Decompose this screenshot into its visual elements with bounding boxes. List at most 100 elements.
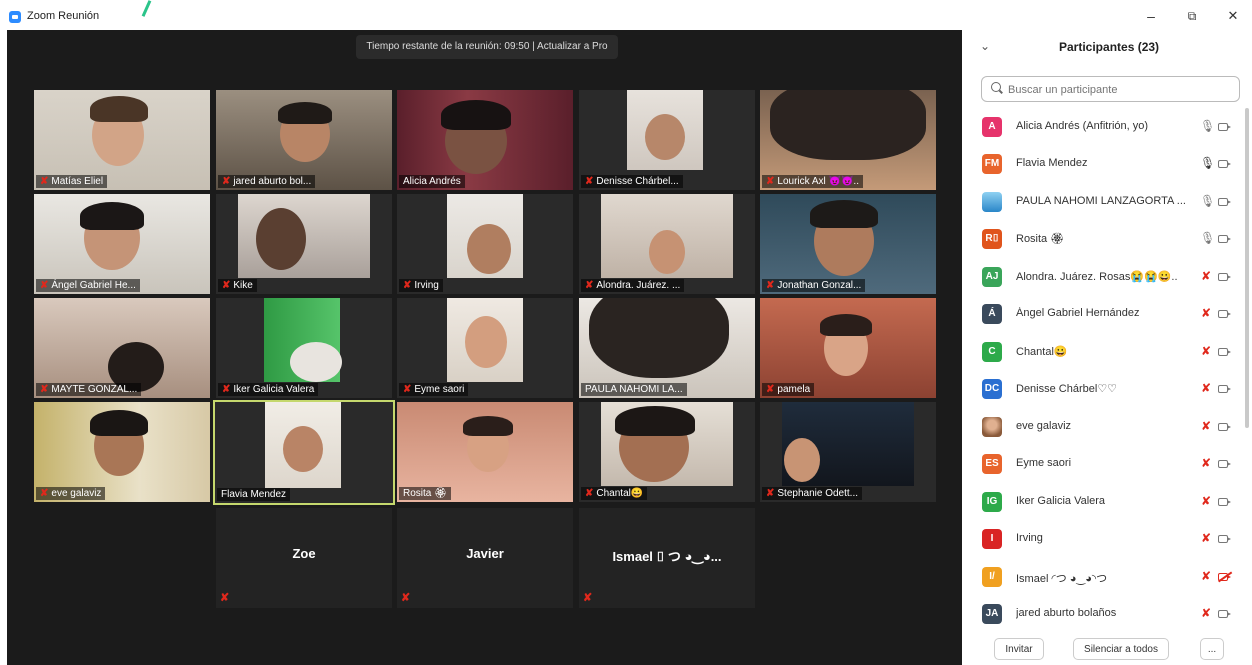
video-tile[interactable]: ✘ pamela bbox=[760, 298, 936, 398]
mic-muted-icon: ✘ bbox=[222, 280, 231, 291]
participant-row[interactable]: IG Iker Galicia Valera ✘ bbox=[962, 485, 1252, 522]
camera-icon[interactable] bbox=[1218, 460, 1231, 468]
mic-muted-icon: ✘ bbox=[222, 176, 231, 187]
video-tile-active-speaker[interactable]: Flavia Mendez bbox=[213, 400, 395, 505]
participant-row[interactable]: PAULA NAHOMI LANZAGORTA ... 🎙 bbox=[962, 185, 1252, 222]
video-tile[interactable]: ✘ Kike bbox=[216, 194, 392, 294]
participant-hair bbox=[278, 102, 332, 124]
tile-name-label: Alicia Andrés bbox=[399, 175, 465, 188]
microphone-muted-icon[interactable]: ✘ bbox=[1200, 606, 1212, 620]
participant-row[interactable]: JA jared aburto bolaños ✘ bbox=[962, 597, 1252, 634]
video-tile-no-camera[interactable]: Javier ✘ bbox=[397, 508, 573, 608]
camera-icon[interactable] bbox=[1218, 348, 1231, 356]
video-tile[interactable]: ✘ Denisse Chárbel... bbox=[579, 90, 755, 190]
microphone-muted-icon[interactable]: ✘ bbox=[1200, 419, 1212, 433]
video-tile[interactable]: ✘ Iker Galicia Valera bbox=[216, 298, 392, 398]
camera-icon[interactable] bbox=[1218, 498, 1231, 506]
participant-row[interactable]: AJ Alondra. Juárez. Rosas😭😭😀.. ✘ bbox=[962, 260, 1252, 297]
microphone-muted-icon[interactable]: ✘ bbox=[1200, 306, 1212, 320]
close-button[interactable]: ✕ bbox=[1219, 6, 1247, 26]
mute-all-button[interactable]: Silenciar a todos bbox=[1073, 638, 1169, 660]
tile-name-label: Flavia Mendez bbox=[217, 488, 291, 501]
participant-row[interactable]: I Irving ✘ bbox=[962, 522, 1252, 559]
camera-icon[interactable] bbox=[1218, 385, 1231, 393]
camera-icon[interactable] bbox=[1218, 235, 1231, 243]
participant-hair bbox=[615, 406, 695, 436]
scrollbar[interactable] bbox=[1245, 108, 1249, 428]
participant-row[interactable]: A Alicia Andrés (Anfitrión, yo) 🎙 bbox=[962, 110, 1252, 147]
camera-icon[interactable] bbox=[1218, 198, 1231, 206]
participant-hair bbox=[80, 202, 144, 230]
mic-muted-icon: ✘ bbox=[766, 384, 775, 395]
participant-row[interactable]: ES Eyme saori ✘ bbox=[962, 447, 1252, 484]
microphone-muted-icon[interactable]: ✘ bbox=[1200, 569, 1212, 583]
participant-name: Ismael ◜つ ◕‿◕◝つ bbox=[1016, 573, 1108, 585]
microphone-muted-icon[interactable]: ✘ bbox=[1200, 456, 1212, 470]
camera-icon[interactable] bbox=[1218, 123, 1231, 131]
video-tile[interactable]: Alicia Andrés bbox=[397, 90, 573, 190]
participant-hair bbox=[90, 96, 148, 122]
microphone-icon[interactable]: 🎙 bbox=[1200, 119, 1215, 133]
more-options-button[interactable]: ... bbox=[1200, 638, 1224, 660]
participant-row[interactable]: DC Denisse Chárbel♡♡ ✘ bbox=[962, 372, 1252, 409]
video-tile-no-camera[interactable]: Zoe ✘ bbox=[216, 508, 392, 608]
maximize-button[interactable]: ⧉ bbox=[1178, 6, 1206, 26]
participant-row[interactable]: C Chantal😀 ✘ bbox=[962, 335, 1252, 372]
participant-hair bbox=[589, 298, 729, 378]
video-tile[interactable]: ✘ Matías Eliel bbox=[34, 90, 210, 190]
mic-muted-icon: ✘ bbox=[40, 176, 49, 187]
mic-muted-icon: ✘ bbox=[585, 280, 594, 291]
microphone-muted-icon[interactable]: ✘ bbox=[1200, 269, 1212, 283]
video-tile[interactable]: ✘ Eyme saori bbox=[397, 298, 573, 398]
tile-name-label: ✘ Matías Eliel bbox=[36, 175, 108, 188]
annotation-mark bbox=[141, 0, 152, 17]
video-tile[interactable]: ✘ Chantal😀 bbox=[579, 402, 755, 502]
participant-face bbox=[256, 208, 306, 270]
mic-muted-icon: ✘ bbox=[403, 384, 412, 395]
minimize-button[interactable]: – bbox=[1137, 6, 1165, 26]
microphone-muted-icon[interactable]: ✘ bbox=[1200, 531, 1212, 545]
video-tile[interactable]: ✘ Alondra. Juárez. ... bbox=[579, 194, 755, 294]
microphone-icon[interactable]: 🎙 bbox=[1200, 194, 1215, 208]
video-tile[interactable]: PAULA NAHOMI LA... bbox=[579, 298, 755, 398]
microphone-muted-icon[interactable]: ✘ bbox=[1200, 494, 1212, 508]
participant-row[interactable]: R⌷ Rosita 🏵 🎙 bbox=[962, 222, 1252, 259]
participant-search[interactable] bbox=[981, 76, 1240, 102]
invite-button[interactable]: Invitar bbox=[994, 638, 1044, 660]
participant-row[interactable]: eve galaviz ✘ bbox=[962, 410, 1252, 447]
avatar: A bbox=[982, 117, 1002, 137]
camera-icon[interactable] bbox=[1218, 160, 1231, 168]
camera-icon[interactable] bbox=[1218, 310, 1231, 318]
camera-off-icon[interactable] bbox=[1218, 573, 1231, 581]
tile-name-label: ✘ Jonathan Gonzal... bbox=[762, 279, 866, 292]
chevron-down-icon[interactable]: ⌄ bbox=[980, 39, 990, 53]
camera-icon[interactable] bbox=[1218, 610, 1231, 618]
camera-icon[interactable] bbox=[1218, 423, 1231, 431]
participant-name: Ismael ⌷ つ ◕‿◕... bbox=[612, 549, 722, 564]
participant-row[interactable]: Á Ángel Gabriel Hernández ✘ bbox=[962, 297, 1252, 334]
search-input[interactable] bbox=[1006, 80, 1235, 100]
video-tile[interactable]: ✘ MAYTE GONZAL... bbox=[34, 298, 210, 398]
microphone-icon[interactable]: 🎙 bbox=[1200, 231, 1215, 245]
camera-icon[interactable] bbox=[1218, 535, 1231, 543]
participant-name: Ángel Gabriel Hernández bbox=[1016, 307, 1140, 319]
participant-hair bbox=[820, 314, 872, 336]
participant-name: Denisse Chárbel♡♡ bbox=[1016, 383, 1118, 395]
title-bar: Zoom Reunión – ⧉ ✕ bbox=[0, 0, 1252, 30]
video-tile[interactable]: ✘ jared aburto bol... bbox=[216, 90, 392, 190]
video-tile[interactable]: ✘ Jonathan Gonzal... bbox=[760, 194, 936, 294]
video-tile[interactable]: ✘ eve galaviz bbox=[34, 402, 210, 502]
video-tile[interactable]: Rosita 🏵 bbox=[397, 402, 573, 502]
microphone-muted-icon[interactable]: ✘ bbox=[1200, 344, 1212, 358]
time-remaining-banner[interactable]: Tiempo restante de la reunión: 09:50 | A… bbox=[356, 35, 618, 59]
participant-row[interactable]: I/ Ismael ◜つ ◕‿◕◝つ ✘ bbox=[962, 560, 1252, 597]
microphone-muted-icon[interactable]: ✘ bbox=[1200, 381, 1212, 395]
video-tile[interactable]: ✘ Stephanie Odett... bbox=[760, 402, 936, 502]
microphone-speaking-icon[interactable]: 🎙 bbox=[1200, 156, 1215, 170]
video-tile[interactable]: ✘ Ángel Gabriel He... bbox=[34, 194, 210, 294]
participant-row[interactable]: FM Flavia Mendez 🎙 bbox=[962, 147, 1252, 184]
video-tile[interactable]: ✘ Lourick Axl 😈😈.. bbox=[760, 90, 936, 190]
camera-icon[interactable] bbox=[1218, 273, 1231, 281]
video-tile[interactable]: ✘ Irving bbox=[397, 194, 573, 294]
video-tile-no-camera[interactable]: Ismael ⌷ つ ◕‿◕... ✘ bbox=[579, 508, 755, 608]
